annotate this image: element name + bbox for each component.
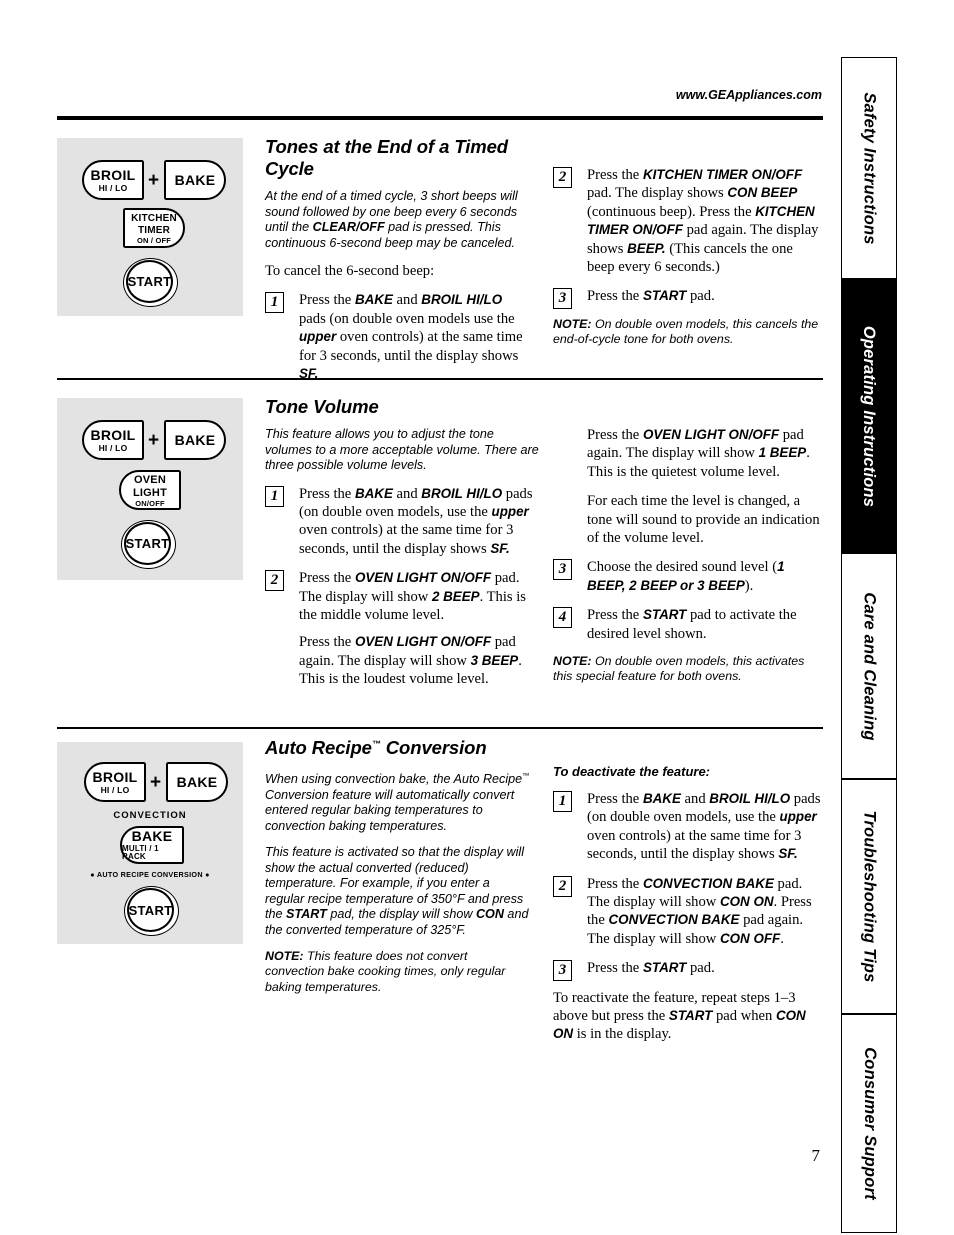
pad-broil-hi-lo: BROIL HI / LO [82, 420, 144, 460]
convection-group-label: CONVECTION [113, 810, 187, 821]
tab-label: Troubleshooting Tips [860, 810, 879, 983]
tab-consumer-support[interactable]: Consumer Support [841, 1014, 897, 1233]
section-note: NOTE: On double oven models, this cancel… [553, 316, 819, 347]
step-number: 2 [265, 570, 284, 592]
reactivate-text: To reactivate the feature, repeat steps … [553, 989, 806, 1043]
deactivate-subheading: To deactivate the feature: [553, 764, 711, 779]
step-text: Press the START pad. [587, 960, 715, 977]
step-item: 1 Press the BAKE and BROIL HI/LO pads (o… [265, 291, 530, 383]
tab-label: Safety Instructions [860, 91, 879, 245]
step-number: 1 [265, 292, 284, 314]
step-number: 1 [553, 791, 572, 812]
section-title-tones: Tones at the End of a Timed Cycle [265, 136, 508, 179]
tab-troubleshooting-tips[interactable]: Troubleshooting Tips [841, 779, 897, 1014]
step-text: Press the OVEN LIGHT ON/OFF pad. The dis… [299, 570, 526, 623]
section-auto-recipe-right-column: To deactivate the feature: 1 Press the B… [553, 764, 825, 1055]
website-url: www.GEAppliances.com [675, 88, 822, 102]
plus-symbol: + [148, 430, 160, 451]
control-pad-illustration-tones: BROIL HI / LO + BAKE KITCHEN TIMER ON / … [57, 138, 243, 316]
tab-operating-instructions[interactable]: Operating Instructions [841, 279, 897, 553]
step-text: Press the START pad. [587, 288, 715, 305]
step-text: Choose the desired sound level (1 BEEP, … [587, 559, 785, 594]
step-item: 4 Press the START pad to activate the de… [553, 606, 825, 643]
step-continuation: Press the OVEN LIGHT ON/OFF pad again. T… [553, 426, 825, 547]
page-number: 7 [811, 1146, 821, 1165]
section-divider [57, 378, 823, 380]
section-intro: This feature allows you to adjust the to… [265, 427, 539, 472]
pad-bake: BAKE [164, 160, 226, 200]
section-intro: When using convection bake, the Auto Rec… [265, 771, 530, 833]
section-title-tone-volume: Tone Volume [265, 396, 379, 417]
step-text: Press the START pad to activate the desi… [587, 607, 797, 642]
step-item: 3 Press the START pad. [553, 287, 823, 310]
section-note: NOTE: This feature does not convert conv… [265, 949, 506, 994]
section-intro: At the end of a timed cycle, 3 short bee… [265, 189, 518, 250]
tab-safety-instructions[interactable]: Safety Instructions [841, 57, 897, 279]
step-text: Press the CONVECTION BAKE pad. The displ… [587, 875, 812, 947]
step-item: 3 Press the START pad. [553, 959, 825, 982]
tab-label: Operating Instructions [860, 325, 879, 507]
pad-broil-hi-lo: BROIL HI / LO [82, 160, 144, 200]
pad-oven-light-on-off: OVEN LIGHT ON/OFF [119, 470, 181, 510]
pad-convection-bake-multi-1-rack: BAKE MULTI / 1 RACK [120, 826, 184, 864]
step-number: 2 [553, 875, 572, 897]
pad-kitchen-timer-on-off: KITCHEN TIMER ON / OFF [123, 208, 185, 248]
step-item: 1 Press the BAKE and BROIL HI/LO pads (o… [553, 790, 825, 864]
pad-broil-hi-lo: BROIL HI / LO [84, 762, 146, 802]
step-item: 1 Press the BAKE and BROIL HI/LO pads (o… [265, 485, 540, 559]
cancel-lead-in: To cancel the 6-second beep: [265, 263, 435, 279]
step-text: Press the OVEN LIGHT ON/OFF pad again. T… [587, 427, 810, 480]
pad-start: START [124, 522, 171, 565]
step-item: 2 Press the OVEN LIGHT ON/OFF pad. The d… [265, 569, 540, 688]
section-note: NOTE: On double oven models, this activa… [553, 654, 805, 684]
tab-care-and-cleaning[interactable]: Care and Cleaning [841, 553, 897, 779]
control-pad-illustration-auto-recipe: BROIL HI / LO + BAKE CONVECTION BAKE MUL… [57, 742, 243, 944]
control-pad-illustration-tone-volume: BROIL HI / LO + BAKE OVEN LIGHT ON/OFF S… [57, 398, 243, 580]
step-number: 3 [553, 288, 572, 310]
tab-label: Care and Cleaning [860, 591, 879, 741]
step-number: 2 [553, 167, 572, 188]
section-tone-volume-right-column: Press the OVEN LIGHT ON/OFF pad again. T… [553, 426, 825, 694]
plus-symbol: + [150, 772, 162, 793]
step-number: 3 [553, 960, 572, 982]
section-divider [57, 727, 823, 729]
header-rule [57, 116, 823, 120]
step-text: Press the BAKE and BROIL HI/LO pads (on … [299, 292, 523, 382]
tab-label: Consumer Support [860, 1047, 879, 1200]
auto-recipe-conversion-label: ● AUTO RECIPE CONVERSION ● [90, 870, 210, 879]
section-tones-left-column: Tones at the End of a Timed Cycle At the… [265, 136, 530, 394]
section-auto-recipe-left-column: Auto Recipe™ Conversion When using conve… [265, 737, 530, 1005]
pad-bake: BAKE [166, 762, 228, 802]
pad-start: START [126, 260, 173, 303]
step-item: 3 Choose the desired sound level (1 BEEP… [553, 558, 825, 595]
step-text: Press the BAKE and BROIL HI/LO pads (on … [587, 791, 821, 863]
step-number: 4 [553, 607, 572, 629]
step-number: 1 [265, 485, 284, 507]
pad-bake: BAKE [164, 420, 226, 460]
step-text-continued: For each time the level is changed, a to… [587, 493, 820, 547]
pad-start: START [127, 888, 174, 932]
step-item: 2 Press the CONVECTION BAKE pad. The dis… [553, 875, 825, 949]
step-text: Press the KITCHEN TIMER ON/OFF pad. The … [587, 167, 819, 276]
step-text-continued: Press the OVEN LIGHT ON/OFF pad again. T… [299, 634, 522, 688]
chapter-tab-strip: Safety Instructions Operating Instructio… [841, 57, 897, 1233]
step-text: Press the BAKE and BROIL HI/LO pads (on … [299, 485, 533, 557]
manual-page: www.GEAppliances.com Safety Instructions… [0, 0, 954, 1235]
section-tone-volume-left-column: Tone Volume This feature allows you to a… [265, 396, 540, 700]
section-title-auto-recipe: Auto Recipe™ Conversion [265, 737, 487, 758]
section-intro-second: This feature is activated so that the di… [265, 845, 529, 937]
plus-symbol: + [148, 170, 160, 191]
step-item: 2 Press the KITCHEN TIMER ON/OFF pad. Th… [553, 166, 823, 276]
section-tones-right-column: 2 Press the KITCHEN TIMER ON/OFF pad. Th… [553, 166, 823, 357]
step-number: 3 [553, 559, 572, 581]
